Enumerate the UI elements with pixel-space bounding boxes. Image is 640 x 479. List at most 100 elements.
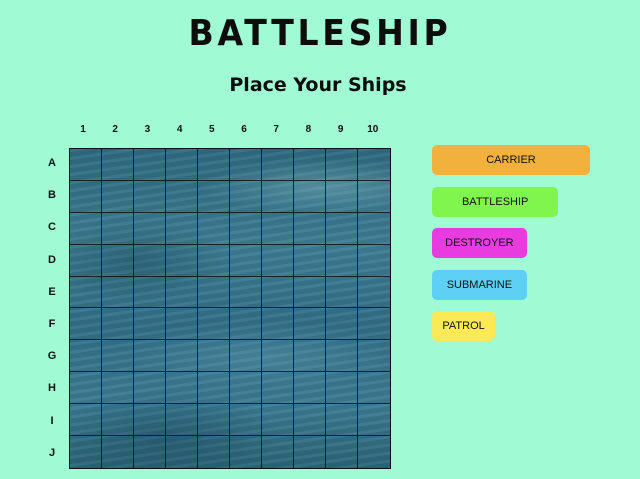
board-cell-c2[interactable]: [102, 212, 134, 245]
board-cell-e2[interactable]: [102, 276, 134, 309]
ship-destroyer-button[interactable]: DESTROYER: [432, 228, 527, 258]
board-cell-c7[interactable]: [262, 212, 294, 245]
board-cell-e5[interactable]: [198, 276, 230, 309]
board-cell-g6[interactable]: [230, 340, 262, 373]
board-cell-b6[interactable]: [230, 180, 262, 213]
board-cell-j5[interactable]: [198, 436, 230, 468]
board-cell-d1[interactable]: [70, 244, 102, 277]
board-cell-b7[interactable]: [262, 180, 294, 213]
board-cell-h8[interactable]: [294, 372, 326, 405]
board-cell-g8[interactable]: [294, 340, 326, 373]
board-cell-b1[interactable]: [70, 180, 102, 213]
board-cell-d3[interactable]: [134, 244, 166, 277]
board-cell-b9[interactable]: [326, 180, 358, 213]
board-cell-c3[interactable]: [134, 212, 166, 245]
ship-carrier-button[interactable]: CARRIER: [432, 145, 590, 175]
board-cell-b8[interactable]: [294, 180, 326, 213]
board-cell-c6[interactable]: [230, 212, 262, 245]
board-cell-j8[interactable]: [294, 436, 326, 468]
board-cell-c9[interactable]: [326, 212, 358, 245]
board-cell-a6[interactable]: [230, 149, 262, 181]
board-cell-g3[interactable]: [134, 340, 166, 373]
board-cell-f7[interactable]: [262, 308, 294, 341]
board-cell-f9[interactable]: [326, 308, 358, 341]
board-cell-e7[interactable]: [262, 276, 294, 309]
board-cell-d8[interactable]: [294, 244, 326, 277]
board-cell-h10[interactable]: [358, 372, 390, 405]
board-cell-a10[interactable]: [358, 149, 390, 181]
board-cell-j4[interactable]: [166, 436, 198, 468]
board-cell-c4[interactable]: [166, 212, 198, 245]
board-cell-f10[interactable]: [358, 308, 390, 341]
board-cell-a2[interactable]: [102, 149, 134, 181]
board-cell-h2[interactable]: [102, 372, 134, 405]
board-cell-b4[interactable]: [166, 180, 198, 213]
board-cell-g9[interactable]: [326, 340, 358, 373]
board-cell-c8[interactable]: [294, 212, 326, 245]
board-cell-i5[interactable]: [198, 404, 230, 437]
board-cell-j1[interactable]: [70, 436, 102, 468]
board-cell-e4[interactable]: [166, 276, 198, 309]
board-cell-b5[interactable]: [198, 180, 230, 213]
board-cell-j9[interactable]: [326, 436, 358, 468]
board-cell-e8[interactable]: [294, 276, 326, 309]
board-cell-b10[interactable]: [358, 181, 390, 213]
board-cell-j3[interactable]: [134, 436, 166, 468]
board-cell-d2[interactable]: [102, 244, 134, 277]
board-cell-e1[interactable]: [70, 276, 102, 309]
board-cell-i6[interactable]: [230, 404, 262, 437]
ship-battleship-button[interactable]: BATTLESHIP: [432, 186, 559, 217]
ship-patrol-button[interactable]: PATROL: [432, 311, 496, 341]
board-cell-e3[interactable]: [134, 276, 166, 309]
board-cell-d4[interactable]: [166, 244, 198, 277]
board-cell-g2[interactable]: [102, 340, 134, 373]
board-cell-h5[interactable]: [198, 372, 230, 405]
board-cell-e6[interactable]: [230, 276, 262, 309]
board-cell-i9[interactable]: [326, 404, 358, 437]
board-cell-a3[interactable]: [134, 149, 166, 181]
board-cell-i8[interactable]: [294, 404, 326, 437]
board-cell-e10[interactable]: [358, 277, 390, 309]
board-cell-f1[interactable]: [70, 308, 102, 341]
board-cell-f5[interactable]: [198, 308, 230, 341]
board-cell-b2[interactable]: [102, 180, 134, 213]
board-cell-b3[interactable]: [134, 180, 166, 213]
board-cell-d9[interactable]: [326, 244, 358, 277]
board-cell-a4[interactable]: [166, 149, 198, 181]
board-cell-f3[interactable]: [134, 308, 166, 341]
board-cell-j6[interactable]: [230, 436, 262, 468]
board-cell-i2[interactable]: [102, 404, 134, 437]
board-cell-i3[interactable]: [134, 404, 166, 437]
board-cell-i4[interactable]: [166, 404, 198, 437]
board-cell-h1[interactable]: [70, 372, 102, 405]
board-cell-h4[interactable]: [166, 372, 198, 405]
board-cell-c1[interactable]: [70, 212, 102, 245]
board-cell-g5[interactable]: [198, 340, 230, 373]
board-cell-c10[interactable]: [358, 213, 390, 245]
board-cell-d10[interactable]: [358, 245, 390, 277]
board-cell-i1[interactable]: [70, 404, 102, 437]
board-cell-f8[interactable]: [294, 308, 326, 341]
board-cell-i10[interactable]: [358, 404, 390, 437]
board-cell-g7[interactable]: [262, 340, 294, 373]
board-cell-d5[interactable]: [198, 244, 230, 277]
board-cell-a7[interactable]: [262, 149, 294, 181]
board-cell-a1[interactable]: [70, 149, 102, 181]
board-cell-g10[interactable]: [358, 340, 390, 373]
board-cell-j2[interactable]: [102, 436, 134, 468]
board-cell-a8[interactable]: [294, 149, 326, 181]
board-cell-h3[interactable]: [134, 372, 166, 405]
board-cell-h6[interactable]: [230, 372, 262, 405]
board-cell-d6[interactable]: [230, 244, 262, 277]
board-cell-f4[interactable]: [166, 308, 198, 341]
board-cell-c5[interactable]: [198, 212, 230, 245]
board-cell-f6[interactable]: [230, 308, 262, 341]
board-cell-e9[interactable]: [326, 276, 358, 309]
board-cell-f2[interactable]: [102, 308, 134, 341]
board-cell-j10[interactable]: [358, 436, 390, 468]
board-cell-g1[interactable]: [70, 340, 102, 373]
board-cell-j7[interactable]: [262, 436, 294, 468]
board-cell-g4[interactable]: [166, 340, 198, 373]
board-cell-i7[interactable]: [262, 404, 294, 437]
board-cell-d7[interactable]: [262, 244, 294, 277]
